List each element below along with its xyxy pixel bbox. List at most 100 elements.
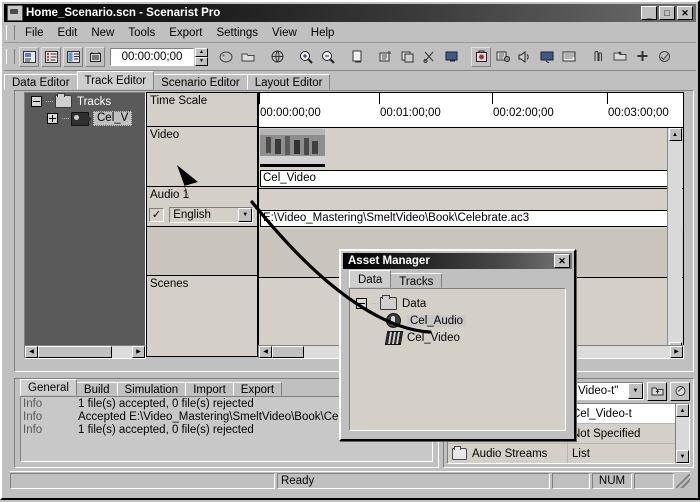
tree-horizontal-scrollbar[interactable]: ◀ ▶ (24, 345, 146, 359)
list-icon[interactable] (559, 46, 579, 67)
data-editor-icon[interactable] (19, 46, 39, 67)
property-row-audio-streams[interactable]: Audio Streams List (448, 444, 689, 463)
layout-editor-icon[interactable] (85, 46, 105, 67)
asset-tree[interactable]: Data Cel_Audio Cel_Video (349, 288, 566, 431)
add-group-icon[interactable] (398, 46, 418, 67)
menu-view[interactable]: View (265, 25, 304, 41)
timeline-ruler[interactable]: 00:00:00;00 00:01:00;00 00:02:00;00 00:0… (259, 93, 683, 128)
scroll-left-icon[interactable]: ◀ (25, 346, 38, 358)
video-clip-bar[interactable]: Cel_Video (260, 170, 679, 187)
audio-clip-bar[interactable]: E:\Video_Mastering\SmeltVideo\Book\Celeb… (260, 210, 679, 227)
expander-minus-icon[interactable] (31, 96, 42, 107)
properties-icon[interactable] (670, 381, 690, 401)
minimize-button[interactable]: _ (641, 6, 657, 20)
maximize-button[interactable]: □ (659, 6, 675, 20)
asset-manager-close-button[interactable]: ✕ (554, 254, 570, 268)
menu-export[interactable]: Export (162, 25, 209, 41)
asset-tree-root[interactable]: Data (356, 295, 565, 312)
monitor-icon[interactable] (442, 46, 462, 67)
asset-item-cel-video[interactable]: Cel_Video (356, 329, 565, 346)
globe-icon[interactable] (267, 46, 287, 67)
toolbar-drag-handle[interactable] (6, 49, 15, 64)
scroll-right-icon[interactable]: ▶ (132, 346, 145, 358)
burn-icon[interactable] (588, 46, 608, 67)
timeline-vertical-scrollbar[interactable]: ▲ ▼ (667, 128, 682, 355)
menu-help[interactable]: Help (304, 25, 342, 41)
menu-new[interactable]: New (84, 25, 121, 41)
track-editor-icon[interactable] (41, 46, 61, 67)
simulate-icon[interactable] (493, 46, 513, 67)
log-level: Info (23, 424, 43, 436)
menu-tools[interactable]: Tools (121, 25, 162, 41)
cut-icon[interactable] (420, 46, 440, 67)
timeline-track-audio1[interactable]: E:\Video_Mastering\SmeltVideo\Book\Celeb… (259, 207, 683, 229)
property-value[interactable]: List (568, 444, 689, 463)
new-doc-icon[interactable] (347, 46, 367, 67)
tab-track-editor[interactable]: Track Editor (76, 71, 155, 90)
log-tab-export[interactable]: Export (232, 382, 283, 396)
asset-manager-dialog[interactable]: Asset Manager ✕ Data Tracks Data Cel_Aud (339, 249, 576, 441)
audio-language-combo[interactable]: English ▼ (169, 207, 254, 223)
property-value[interactable]: Cel_Video-t (568, 404, 689, 423)
property-value[interactable]: Not Specified (568, 424, 689, 443)
tree-item-tracks[interactable]: Tracks (25, 93, 145, 110)
asset-item-cel-audio[interactable]: Cel_Audio (356, 312, 565, 329)
track-tree-pane[interactable]: Tracks Cel_V (24, 92, 146, 357)
scroll-thumb[interactable] (38, 346, 112, 358)
timeline-scroll-thumb[interactable] (272, 346, 304, 358)
property-vertical-scrollbar[interactable]: ▲ ▼ (675, 403, 690, 464)
log-tab-import[interactable]: Import (185, 382, 234, 396)
property-scroll-up-icon[interactable]: ▲ (676, 404, 689, 417)
audio-enable-checkbox[interactable]: ✓ (149, 208, 164, 222)
scenario-editor-icon[interactable] (63, 46, 83, 67)
add-icon[interactable] (632, 46, 652, 67)
zoom-in-icon[interactable] (296, 46, 316, 67)
property-scroll-track[interactable] (676, 417, 689, 450)
asset-tab-data[interactable]: Data (349, 270, 392, 288)
check-icon[interactable] (654, 46, 674, 67)
expander-minus-icon[interactable] (356, 298, 367, 309)
timecode-spinner[interactable]: ▲ ▼ (195, 47, 208, 66)
property-scroll-down-icon[interactable]: ▼ (676, 450, 689, 463)
timeline-scroll-left-icon[interactable]: ◀ (259, 346, 272, 358)
timecode-field[interactable]: 00:00:00;00 (110, 47, 194, 66)
scroll-track[interactable] (112, 346, 132, 358)
tab-scenario-editor[interactable]: Scenario Editor (153, 74, 248, 90)
menu-file[interactable]: File (18, 25, 51, 41)
scroll-up-icon[interactable]: ▲ (668, 128, 682, 141)
record-icon[interactable] (471, 46, 491, 67)
timeline-scroll-right-icon[interactable]: ▶ (670, 346, 683, 358)
log-message: Accepted E:\Video_Mastering\SmeltVideo\B… (78, 411, 374, 423)
tab-data-editor[interactable]: Data Editor (4, 74, 78, 90)
chevron-down-icon[interactable]: ▼ (628, 383, 643, 399)
expander-plus-icon[interactable] (47, 113, 58, 124)
resize-grip-icon[interactable] (676, 474, 690, 488)
add-track-icon[interactable] (376, 46, 396, 67)
close-button[interactable]: ✕ (677, 6, 693, 20)
folder-open-icon[interactable] (238, 46, 258, 67)
tab-layout-editor[interactable]: Layout Editor (246, 74, 331, 90)
up-folder-icon[interactable] (647, 381, 667, 401)
menu-settings[interactable]: Settings (209, 25, 265, 41)
menu-drag-handle[interactable] (6, 25, 15, 40)
spinner-down-icon[interactable]: ▼ (195, 56, 208, 66)
track-label-video[interactable]: Video (147, 127, 257, 187)
tree-item-cel-video[interactable]: Cel_V (25, 110, 145, 127)
chevron-down-icon[interactable]: ▼ (238, 208, 253, 222)
palette-icon[interactable] (216, 46, 236, 67)
log-tab-general[interactable]: General (20, 379, 77, 396)
vscroll-track[interactable] (668, 141, 682, 342)
log-tab-simulation[interactable]: Simulation (116, 382, 187, 396)
import-icon[interactable] (610, 46, 630, 67)
audio-icon[interactable] (515, 46, 535, 67)
menu-edit[interactable]: Edit (51, 25, 85, 41)
zoom-out-icon[interactable] (318, 46, 338, 67)
timeline-track-video[interactable]: Cel_Video (259, 128, 683, 189)
asset-tab-tracks[interactable]: Tracks (390, 273, 443, 288)
preview-icon[interactable] (537, 46, 557, 67)
log-tab-build[interactable]: Build (75, 382, 118, 396)
track-label-audio1[interactable]: Audio 1 (147, 187, 257, 205)
asset-selector-combo[interactable]: Video-t" ▼ (574, 382, 644, 400)
track-label-scenes[interactable]: Scenes (147, 275, 257, 335)
spinner-up-icon[interactable]: ▲ (195, 47, 208, 57)
